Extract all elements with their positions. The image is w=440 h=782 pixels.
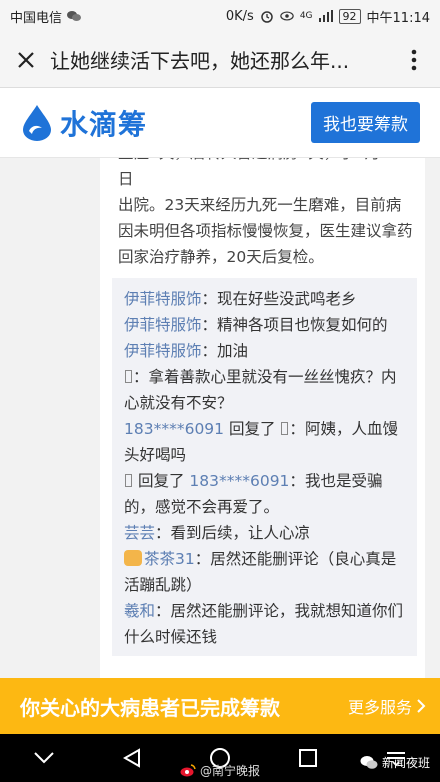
reply-label: 回复了 (137, 472, 185, 490)
weibo-handle: @南宁晚报 (200, 764, 261, 778)
cat-emoji-icon (124, 550, 142, 566)
alarm-icon (260, 9, 274, 23)
story-partial-line: 重症7天，后转入普通病房7天，于7月19日 (118, 158, 400, 188)
comment-author[interactable]: 183****6091 (124, 420, 224, 438)
comment-separator: ： (201, 290, 218, 308)
carrier-label: 中国电信 (10, 10, 63, 26)
comment-author[interactable]: 伊菲特服饰 (124, 316, 202, 334)
comment-item: 伊菲特服饰：加油 (124, 338, 407, 364)
missing-glyph-icon (125, 370, 132, 383)
reply-label: 回复了 (228, 420, 276, 438)
comment-item: 伊菲特服饰：现在好些没武鸣老乡 (124, 286, 407, 312)
comment-author[interactable]: 芸芸 (124, 524, 155, 542)
comment-item: 回复了 183****6091：我也是受骗的，感觉不会再爱了。 (124, 468, 407, 520)
recents-button[interactable] (288, 738, 328, 778)
comment-text: 看到后续，让人心凉 (170, 524, 311, 542)
missing-glyph-icon (125, 474, 132, 487)
comment-separator: ： (155, 602, 171, 620)
reply-target[interactable]: 183****6091 (189, 472, 289, 490)
comment-text: 现在好些没武鸣老乡 (217, 290, 357, 308)
comment-separator: ： (289, 420, 305, 438)
wechat-watermark: 新闻夜班 (360, 754, 430, 771)
more-services-link[interactable]: 更多服务 (348, 694, 426, 718)
comment-item: 茶茶31：居然还能删评论（良心真是活蹦乱跳） (124, 546, 407, 598)
title-bar: 让她继续活下去吧，她还那么年... (0, 32, 440, 88)
collapse-button[interactable] (24, 738, 64, 778)
page-title: 让她继续活下去吧，她还那么年... (50, 49, 350, 73)
signal-label: 4G (299, 11, 313, 21)
fundraising-complete-banner[interactable]: 你关心的大病患者已完成筹款 更多服务 (0, 678, 440, 734)
comment-item: 伊菲特服饰：精神各项目也恢复如何的 (124, 312, 407, 338)
back-triangle-icon (123, 748, 140, 768)
water-drop-icon (23, 104, 51, 141)
comment-item: ：拿着善款心里就没有一丝丝愧疚？内心就没有不安？ (124, 364, 407, 416)
back-button[interactable] (112, 738, 152, 778)
comment-author[interactable]: 茶茶31 (144, 550, 195, 568)
comment-text: 拿着善款心里就没有一丝丝愧疚？内心就没有不安？ (124, 368, 397, 412)
brand-logo[interactable]: 水滴筹 (20, 103, 311, 143)
chevron-down-icon (34, 752, 54, 764)
network-speed: 0K/s (225, 8, 254, 24)
comment-item: 芸芸：看到后续，让人心凉 (124, 520, 407, 546)
comment-author[interactable]: 羲和 (124, 602, 155, 620)
signal-icon (318, 9, 333, 23)
chevron-right-icon (417, 699, 426, 713)
recents-square-icon (299, 749, 317, 767)
weibo-icon (180, 764, 196, 777)
brand-name: 水滴筹 (60, 107, 148, 141)
more-services-label: 更多服务 (347, 698, 412, 717)
status-bar: 中国电信 0K/s 4G 92 中午11:14 (0, 0, 440, 32)
comment-text: 精神各项目也恢复如何的 (217, 316, 388, 334)
battery-indicator: 92 (338, 8, 361, 24)
comment-separator: ： (155, 524, 171, 542)
comment-item: 183****6091 回复了 ：阿姨，人血馒头好喝吗 (124, 416, 407, 468)
more-options-button[interactable] (398, 44, 430, 76)
wechat-logo-icon (360, 756, 378, 769)
weibo-watermark: @南宁晚报 (180, 762, 260, 779)
wechat-account: 新闻夜班 (381, 756, 430, 770)
banner-text: 你关心的大病患者已完成筹款 (20, 695, 280, 720)
comment-separator: ： (133, 368, 149, 386)
close-button[interactable] (10, 44, 42, 76)
wechat-icon (67, 9, 82, 23)
comment-list: 伊菲特服饰：现在好些没武鸣老乡 伊菲特服饰：精神各项目也恢复如何的 伊菲特服饰：… (112, 278, 417, 656)
comment-separator: ： (201, 316, 218, 334)
story-card: 重症7天，后转入普通病房7天，于7月19日 出院。23天来经历九死一生磨难，目前… (100, 158, 425, 678)
comment-author[interactable]: 伊菲特服饰 (124, 290, 202, 308)
brand-bar: 水滴筹 我也要筹款 (0, 88, 440, 158)
comment-item: 羲和：居然还能删评论，我就想知道你们什么时候还钱 (124, 598, 407, 650)
comment-text: 加油 (217, 342, 249, 360)
story-text: 出院。23天来经历九死一生磨难，目前病因未明但各项指标慢慢恢复，医生建议拿药回家… (118, 196, 413, 266)
article-area: 重症7天，后转入普通病房7天，于7月19日 出院。23天来经历九死一生磨难，目前… (0, 158, 440, 678)
comment-separator: ： (201, 342, 218, 360)
more-vertical-icon (411, 49, 417, 70)
close-icon (18, 51, 34, 68)
comment-separator: ： (289, 472, 305, 490)
eye-icon (280, 9, 294, 23)
comment-author[interactable]: 伊菲特服饰 (124, 342, 202, 360)
start-fundraiser-button[interactable]: 我也要筹款 (311, 102, 420, 143)
clock: 中午11:14 (366, 10, 430, 26)
comment-separator: ： (194, 550, 211, 568)
missing-glyph-icon (281, 422, 289, 435)
